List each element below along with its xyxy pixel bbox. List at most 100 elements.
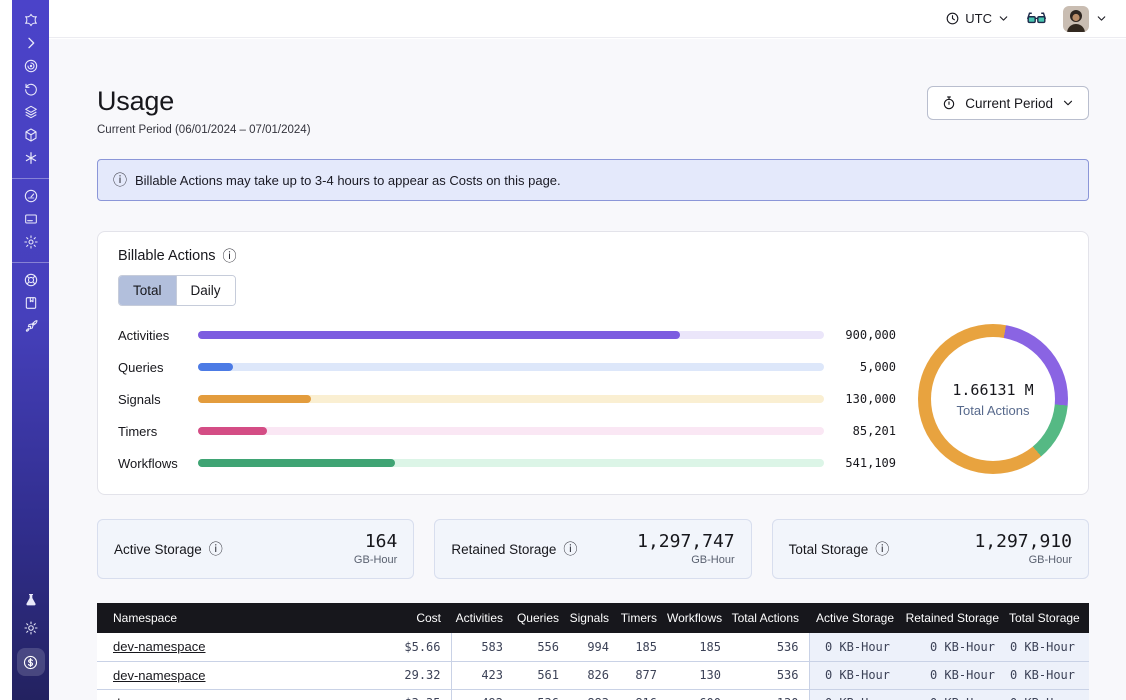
table-header-row: Namespace Cost Activities Queries Signal… — [97, 603, 1089, 633]
bar-fill — [198, 459, 395, 467]
storage-cards-row: Active Storage ⓘ 164 GB-Hour Retained St… — [97, 519, 1089, 579]
timers-cell: 816 — [619, 689, 667, 700]
sidebar-divider — [12, 262, 49, 263]
bar-track — [198, 459, 824, 467]
sidebar-divider — [12, 178, 49, 179]
storage-card-value: 1,297,910 — [974, 532, 1072, 552]
bar-track — [198, 363, 824, 371]
labs-flask-icon[interactable] — [23, 592, 39, 608]
cost-cell: $3.35 — [351, 689, 451, 700]
namespace-link[interactable]: dev-namespace — [113, 696, 206, 700]
namespace-usage-table: Namespace Cost Activities Queries Signal… — [97, 603, 1089, 700]
rocket-icon[interactable] — [23, 318, 39, 334]
retained-storage-card: Retained Storage ⓘ 1,297,747 GB-Hour — [434, 519, 751, 579]
billing-card-icon[interactable] — [23, 211, 39, 227]
page-title: Usage — [97, 86, 311, 117]
bar-row-workflows: Workflows 541,109 — [118, 456, 896, 471]
bar-value: 5,000 — [824, 360, 896, 374]
clock-icon — [945, 11, 960, 26]
info-icon[interactable]: ⓘ — [223, 249, 237, 263]
column-header-activities: Activities — [451, 603, 513, 633]
activities-cell: 423 — [451, 661, 513, 689]
donut-center: 1.66131 M Total Actions — [931, 337, 1055, 461]
stopwatch-icon — [941, 95, 957, 111]
info-icon[interactable]: ⓘ — [209, 542, 223, 556]
timers-cell: 185 — [619, 633, 667, 661]
billable-actions-card: Billable Actions ⓘ Total Daily Activitie… — [97, 231, 1089, 495]
billable-actions-title: Billable Actions — [118, 248, 216, 264]
namespace-link[interactable]: dev-namespace — [113, 639, 206, 654]
sidebar — [12, 0, 49, 700]
timers-cell: 877 — [619, 661, 667, 689]
bar-value: 541,109 — [824, 456, 896, 470]
chevron-down-icon — [1061, 96, 1075, 110]
billable-view-tabs: Total Daily — [118, 275, 236, 306]
docs-book-icon[interactable] — [23, 295, 39, 311]
bar-row-timers: Timers 85,201 — [118, 424, 896, 439]
bar-track — [198, 395, 824, 403]
support-lifebuoy-icon[interactable] — [23, 272, 39, 288]
info-icon[interactable]: ⓘ — [875, 542, 889, 556]
retained-storage-cell: 0 KB-Hour — [904, 689, 1009, 700]
column-header-total-actions: Total Actions — [731, 603, 809, 633]
timezone-label: UTC — [965, 11, 992, 26]
namespace-link[interactable]: dev-namespace — [113, 668, 206, 683]
bar-fill — [198, 363, 233, 371]
donut-total-label: Total Actions — [957, 403, 1030, 418]
active-storage-cell: 0 KB-Hour — [809, 689, 904, 700]
expand-chevron-right-icon[interactable] — [23, 35, 39, 51]
activities-cell: 583 — [451, 633, 513, 661]
billable-bar-chart: Activities 900,000 Queries 5,000 Signals… — [118, 328, 918, 471]
history-icon[interactable] — [23, 81, 39, 97]
storage-card-unit: GB-Hour — [974, 554, 1072, 566]
storage-card-label: Retained Storage — [451, 542, 556, 557]
chevron-down-icon — [997, 12, 1010, 25]
workflows-cell: 185 — [667, 633, 731, 661]
signals-cell: 883 — [569, 689, 619, 700]
namespaces-spiral-icon[interactable] — [23, 58, 39, 74]
namespace-cell: dev-namespace — [97, 689, 351, 700]
workflows-cell: 600 — [667, 689, 731, 700]
timezone-select[interactable]: UTC — [945, 11, 1010, 26]
period-dropdown-button[interactable]: Current Period — [927, 86, 1089, 120]
active-storage-card: Active Storage ⓘ 164 GB-Hour — [97, 519, 414, 579]
queries-cell: 536 — [513, 689, 569, 700]
settings-gear-icon[interactable] — [23, 234, 39, 250]
glasses-feedback-icon[interactable] — [1026, 8, 1047, 29]
info-banner: ⓘ Billable Actions may take up to 3-4 ho… — [97, 159, 1089, 201]
retained-storage-cell: 0 KB-Hour — [904, 633, 1009, 661]
storage-card-unit: GB-Hour — [354, 554, 397, 566]
gauge-icon[interactable] — [23, 188, 39, 204]
cube-icon[interactable] — [23, 127, 39, 143]
storage-card-value: 1,297,747 — [637, 532, 735, 552]
column-header-retained-storage: Retained Storage — [904, 603, 1009, 633]
chevron-down-icon — [1095, 12, 1108, 25]
theme-sun-icon[interactable] — [23, 620, 39, 636]
column-header-namespace: Namespace — [97, 603, 351, 633]
avatar[interactable] — [1063, 6, 1089, 32]
temporal-logo-icon[interactable] — [23, 12, 39, 28]
info-icon[interactable]: ⓘ — [563, 542, 577, 556]
bar-fill — [198, 427, 267, 435]
bar-label: Activities — [118, 328, 198, 343]
bar-row-signals: Signals 130,000 — [118, 392, 896, 407]
bar-track — [198, 427, 824, 435]
account-menu[interactable] — [1063, 6, 1108, 32]
column-header-active-storage: Active Storage — [809, 603, 904, 633]
donut-ring: 1.66131 M Total Actions — [918, 324, 1068, 474]
asterisk-icon[interactable] — [23, 150, 39, 166]
total-storage-card: Total Storage ⓘ 1,297,910 GB-Hour — [772, 519, 1089, 579]
column-header-signals: Signals — [569, 603, 619, 633]
total-actions-cell: 536 — [731, 661, 809, 689]
bar-fill — [198, 395, 311, 403]
layers-icon[interactable] — [23, 104, 39, 120]
tab-daily[interactable]: Daily — [176, 276, 235, 305]
active-storage-cell: 0 KB-Hour — [809, 633, 904, 661]
bar-fill — [198, 331, 680, 339]
column-header-queries: Queries — [513, 603, 569, 633]
tab-total[interactable]: Total — [119, 276, 176, 305]
active-storage-cell: 0 KB-Hour — [809, 661, 904, 689]
storage-card-unit: GB-Hour — [637, 554, 735, 566]
topbar: UTC — [49, 0, 1126, 38]
usage-dollar-coin-button[interactable] — [17, 648, 45, 676]
